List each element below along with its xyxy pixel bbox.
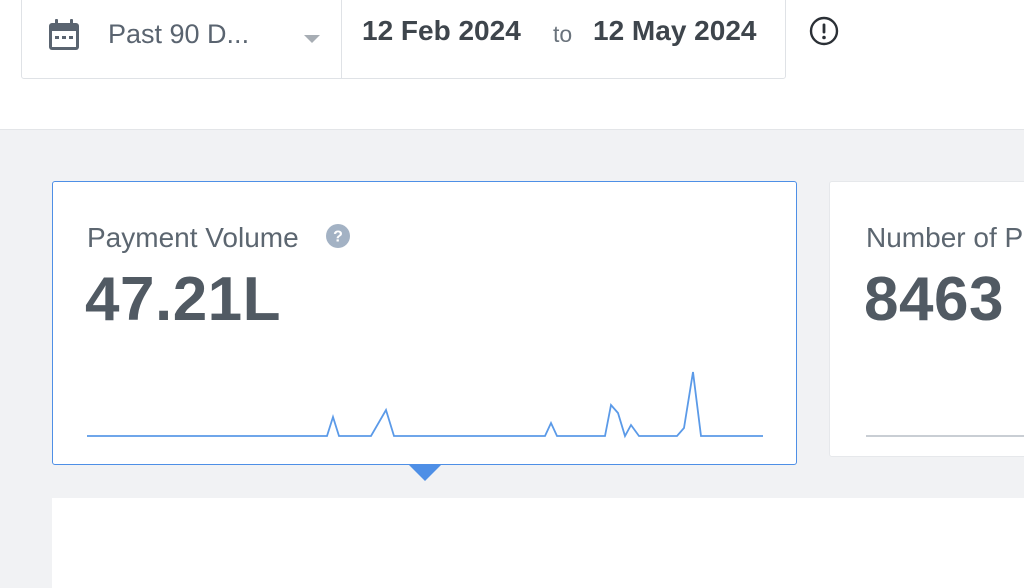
custom-date-range[interactable]: 12 Feb 2024 to 12 May 2024 — [341, 0, 786, 78]
number-of-payments-card[interactable]: Number of P 8463 — [829, 181, 1024, 457]
card-value: 8463 — [864, 265, 1004, 334]
filter-bar: Past 90 D... 12 Feb 2024 to 12 May 2024 — [0, 0, 1024, 130]
svg-text:?: ? — [333, 229, 343, 246]
sparkline-line — [87, 371, 763, 439]
selected-card-pointer — [408, 464, 442, 481]
date-preset-label: Past 90 D... — [108, 19, 250, 49]
exclamation-circle-icon[interactable] — [809, 16, 839, 46]
card-title: Number of P — [866, 222, 1024, 253]
end-date[interactable]: 12 May 2024 — [593, 15, 756, 47]
date-range-picker[interactable]: Past 90 D... 12 Feb 2024 to 12 May 2024 — [21, 0, 786, 79]
card-value: 47.21L — [85, 265, 282, 334]
card-title: Payment Volume — [87, 222, 299, 253]
start-date[interactable]: 12 Feb 2024 — [362, 15, 521, 47]
sparkline-chart — [866, 435, 1024, 437]
chevron-down-icon — [304, 35, 320, 43]
detail-panel — [52, 498, 1024, 588]
payment-volume-card[interactable]: Payment Volume ? 47.21L — [52, 181, 797, 465]
question-circle-icon[interactable]: ? — [325, 223, 351, 249]
sparkline-chart — [87, 371, 763, 439]
range-separator: to — [553, 21, 573, 47]
calendar-icon — [49, 19, 79, 50]
date-preset-dropdown[interactable]: Past 90 D... — [22, 0, 342, 78]
